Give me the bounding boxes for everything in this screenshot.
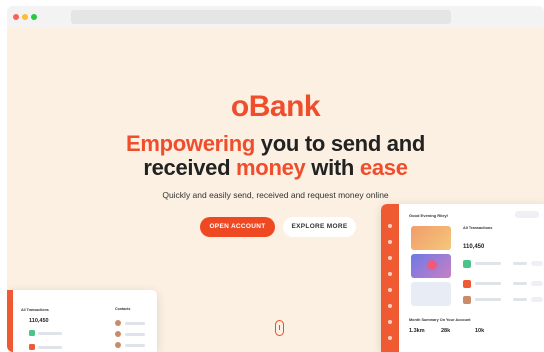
transactions-title: All Transactions xyxy=(21,308,49,312)
headline-accent-ease: ease xyxy=(359,155,408,180)
close-window-button[interactable] xyxy=(13,14,19,20)
transaction-icon xyxy=(463,280,471,288)
heart-icon xyxy=(427,260,437,270)
open-account-button[interactable]: OPEN ACCOUNT xyxy=(200,217,275,237)
balance-amount: 110,450 xyxy=(463,244,485,250)
transaction-status xyxy=(531,261,543,266)
summary-title: Month Summary On Your Account xyxy=(409,318,471,322)
transaction-text xyxy=(475,282,501,285)
headline-line-1: Empowering you to send and xyxy=(7,132,544,156)
transaction-icon xyxy=(29,330,35,336)
explore-more-button[interactable]: EXPLORE MORE xyxy=(283,217,356,237)
bank-card-orange xyxy=(411,226,451,250)
dashboard-sidebar xyxy=(381,204,399,352)
transaction-amount xyxy=(513,262,527,265)
dashboard-preview-right: Good Evening Riley! All Transactions 110… xyxy=(381,204,544,352)
nav-wallet-icon xyxy=(388,240,392,244)
stat-value: 10k xyxy=(475,328,485,334)
contact-avatar xyxy=(115,320,121,326)
nav-logout-icon xyxy=(388,336,392,340)
headline-accent-empowering: Empowering xyxy=(125,131,255,156)
contact-name xyxy=(125,344,145,347)
headline-text-2: received xyxy=(143,155,237,180)
nav-settings-icon xyxy=(388,304,392,308)
transaction-icon xyxy=(463,296,471,304)
transaction-text xyxy=(38,346,62,349)
transaction-row xyxy=(29,344,79,350)
address-bar[interactable] xyxy=(71,10,451,24)
contact-name xyxy=(125,322,145,325)
contact-avatar xyxy=(115,342,121,348)
nav-home-icon xyxy=(388,224,392,228)
balance-amount: 110,450 xyxy=(29,318,49,324)
nav-transfer-icon xyxy=(388,256,392,260)
contacts-title: Contacts xyxy=(115,307,131,311)
transactions-title: All Transactions xyxy=(463,226,493,230)
transaction-text xyxy=(475,262,501,265)
add-card-placeholder xyxy=(411,282,451,306)
headline-line-2: received money with ease xyxy=(7,156,544,180)
transaction-status xyxy=(531,297,543,302)
maximize-window-button[interactable] xyxy=(31,14,37,20)
stat-value: 28k xyxy=(441,328,451,334)
browser-window: oBank Empowering you to send and receive… xyxy=(7,6,544,352)
stat-value: 1.3km xyxy=(409,328,425,334)
contact-avatar xyxy=(115,331,121,337)
browser-chrome xyxy=(7,6,544,28)
scroll-down-icon[interactable] xyxy=(275,320,284,336)
transaction-row xyxy=(463,296,544,305)
headline-text-3: with xyxy=(305,155,360,180)
transaction-status xyxy=(531,281,543,286)
transaction-row xyxy=(463,280,544,289)
transaction-amount xyxy=(513,298,527,301)
transaction-text xyxy=(475,298,501,301)
transaction-icon xyxy=(463,260,471,268)
dashboard-sidebar xyxy=(7,290,13,352)
contact-name xyxy=(125,333,145,336)
nav-chart-icon xyxy=(388,272,392,276)
nav-user-icon xyxy=(388,288,392,292)
minimize-window-button[interactable] xyxy=(22,14,28,20)
transaction-row xyxy=(29,330,79,336)
transaction-row xyxy=(463,260,544,269)
headline-text-1: you to send and xyxy=(255,131,426,156)
hero-subtitle: Quickly and easily send, received and re… xyxy=(162,190,389,200)
dashboard-greeting: Good Evening Riley! xyxy=(409,213,449,218)
scroll-wheel xyxy=(279,325,280,330)
headline-accent-money: money xyxy=(236,155,306,180)
dashboard-preview-left: All Transactions 110,450 Contacts xyxy=(7,290,157,352)
period-select xyxy=(515,211,539,218)
transaction-text xyxy=(38,332,62,335)
brand-logo[interactable]: oBank xyxy=(7,90,544,124)
nav-help-icon xyxy=(388,320,392,324)
transaction-amount xyxy=(513,282,527,285)
transaction-icon xyxy=(29,344,35,350)
landing-page: oBank Empowering you to send and receive… xyxy=(7,28,544,352)
